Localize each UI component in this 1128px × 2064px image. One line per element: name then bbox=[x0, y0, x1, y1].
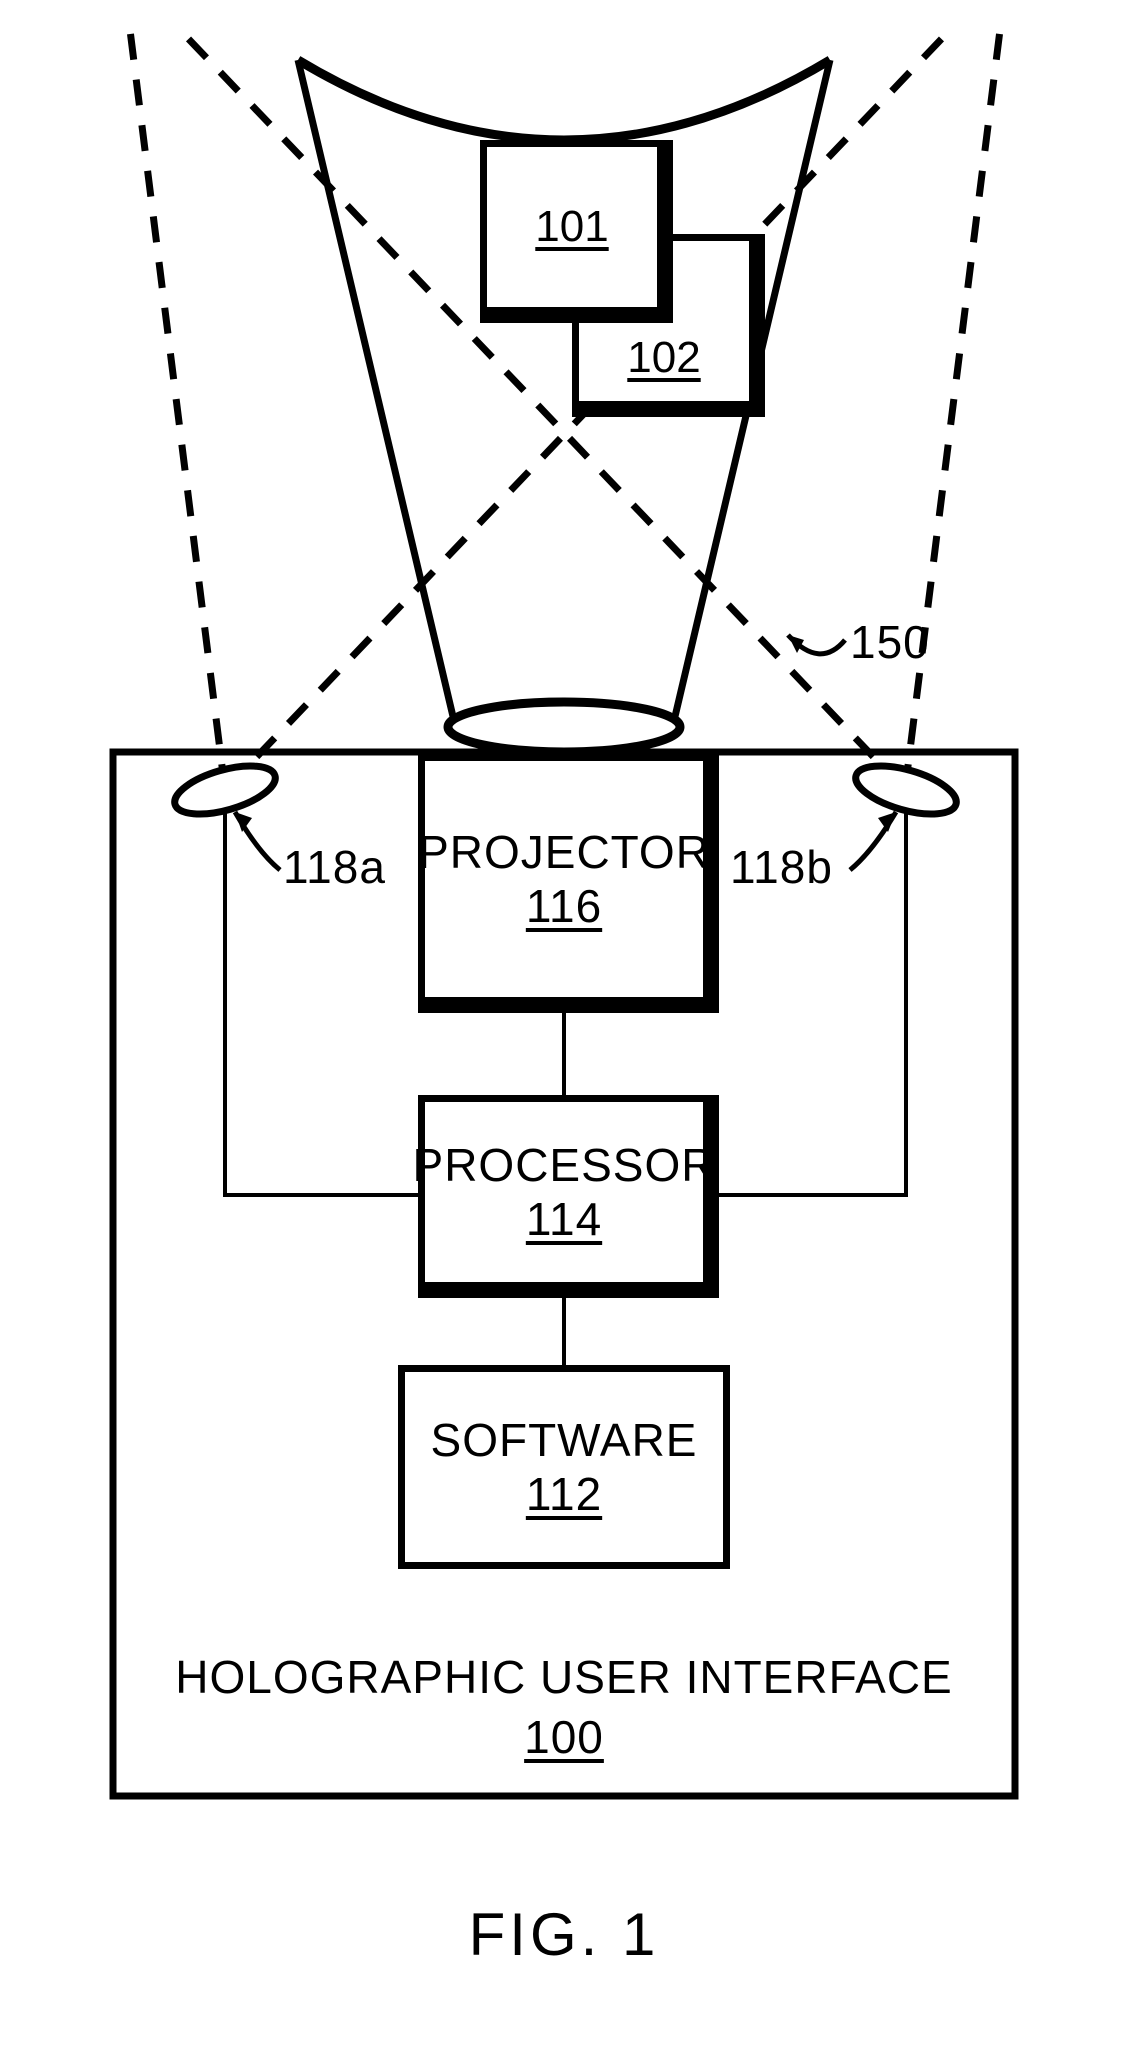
processor-label: PROCESSOR bbox=[413, 1138, 716, 1192]
projector-block: PROJECTOR 116 bbox=[418, 754, 710, 1004]
object-101-num: 101 bbox=[535, 202, 608, 252]
system-num: 100 bbox=[0, 1710, 1128, 1764]
processor-block: PROCESSOR 114 bbox=[418, 1095, 710, 1289]
diagram-canvas: PROJECTOR 116 PROCESSOR 114 SOFTWARE 112… bbox=[0, 0, 1128, 2064]
projector-num: 116 bbox=[526, 879, 602, 933]
projected-object-101: 101 bbox=[480, 140, 664, 314]
projection-region-num: 150 bbox=[850, 615, 930, 669]
projector-label: PROJECTOR bbox=[418, 825, 710, 879]
software-num: 112 bbox=[526, 1467, 602, 1521]
object-102-num: 102 bbox=[627, 333, 700, 383]
sensor-right-num: 118b bbox=[730, 840, 833, 894]
processor-num: 114 bbox=[526, 1192, 602, 1246]
software-label: SOFTWARE bbox=[431, 1413, 698, 1467]
system-label: HOLOGRAPHIC USER INTERFACE bbox=[0, 1650, 1128, 1704]
software-block: SOFTWARE 112 bbox=[398, 1365, 730, 1569]
sensor-left-num: 118a bbox=[283, 840, 386, 894]
figure-caption: FIG. 1 bbox=[0, 1900, 1128, 1969]
